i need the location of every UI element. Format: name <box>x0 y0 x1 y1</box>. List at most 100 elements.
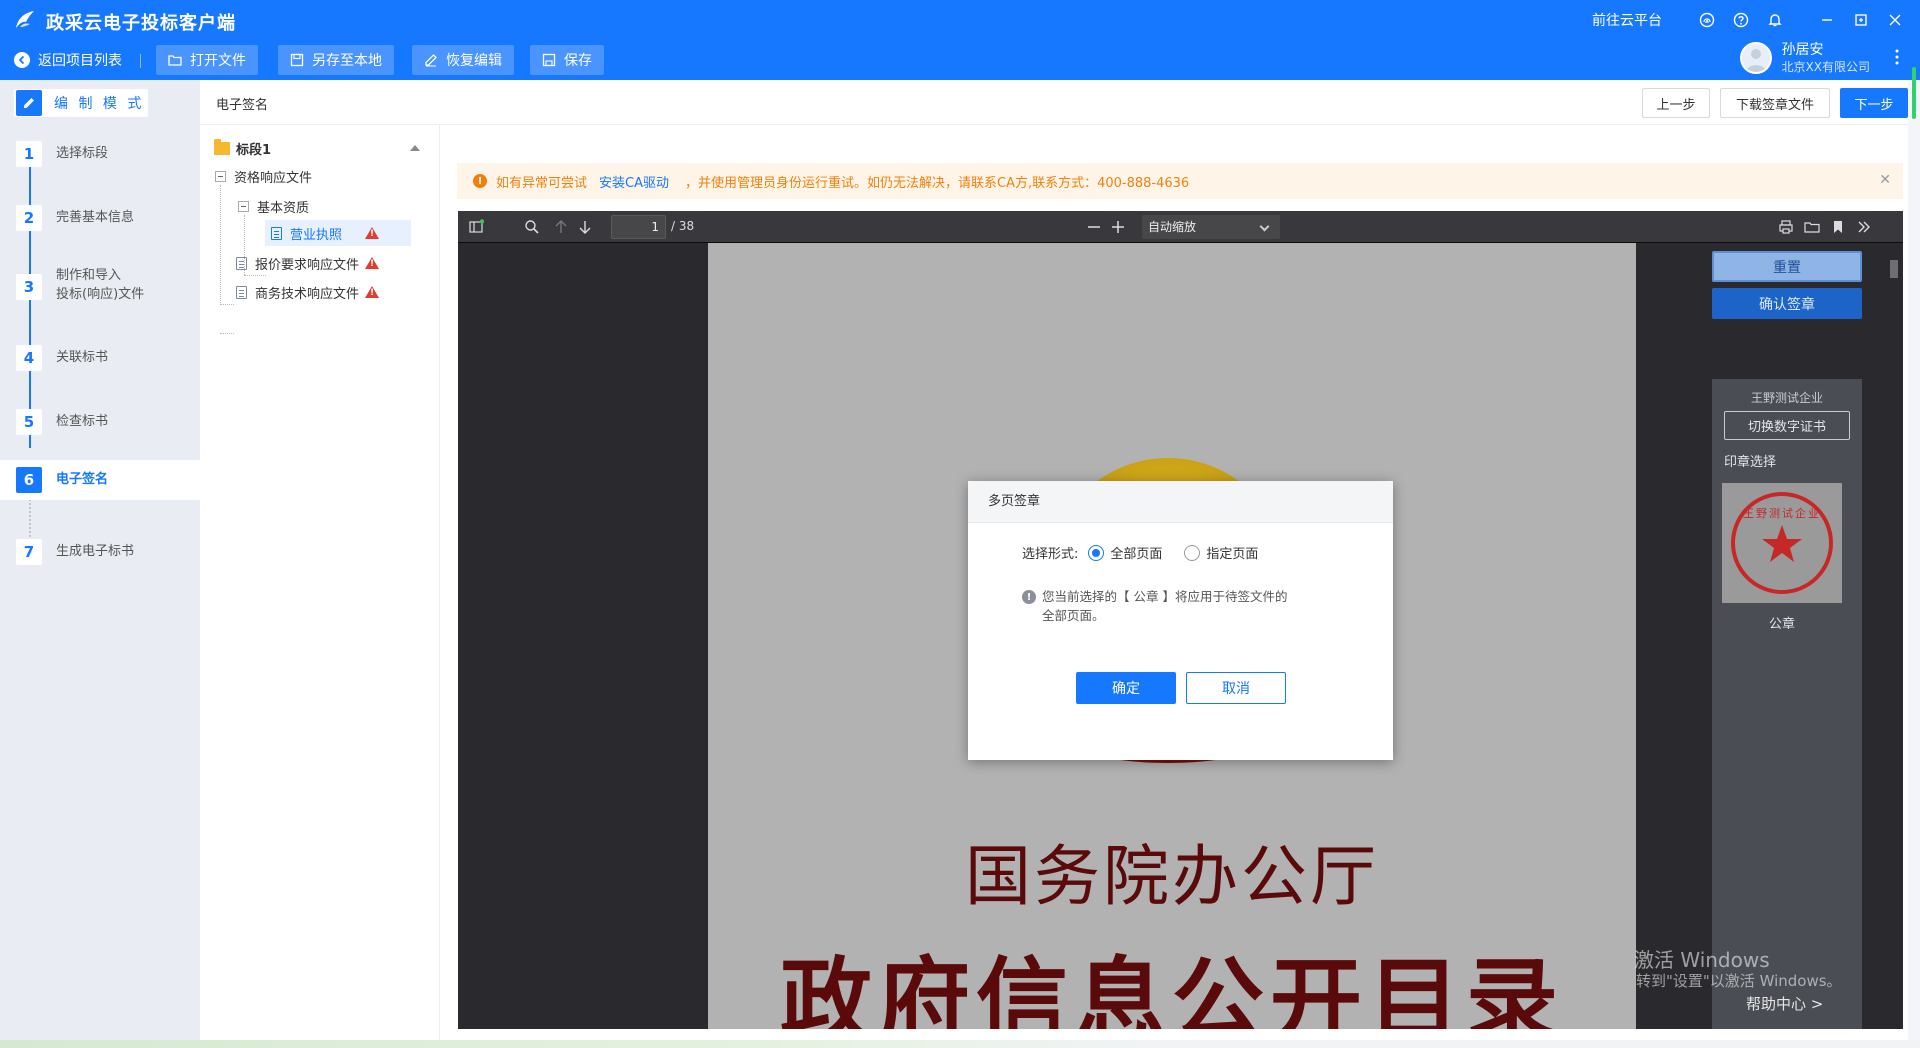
tree-node-business-license[interactable]: 营业执照 <box>265 220 411 246</box>
next-page-icon[interactable] <box>577 219 593 235</box>
step-6[interactable]: 6 电子签名 <box>0 460 200 500</box>
specific-pages-label[interactable]: 指定页面 <box>1206 543 1258 562</box>
multi-page-seal-dialog: 多页签章 选择形式: 全部页面 指定页面 ! 您当前选择的【 公章 】将应用于待… <box>968 481 1393 760</box>
help-center-link[interactable]: 帮助中心 > <box>1746 993 1823 1014</box>
save-label: 保存 <box>564 53 592 69</box>
back-to-projects-button[interactable]: 返回项目列表 <box>14 48 122 72</box>
previous-page-icon[interactable] <box>553 219 569 235</box>
maximize-icon[interactable] <box>1844 0 1878 40</box>
bell-icon[interactable] <box>1758 0 1792 40</box>
sidebar-toggle-icon[interactable] <box>468 219 484 235</box>
collapse-icon[interactable] <box>410 145 420 151</box>
confirm-seal-button[interactable]: 确认签章 <box>1712 288 1862 319</box>
user-info[interactable]: 孙居安 北京XX有限公司 <box>1739 38 1870 78</box>
step-5[interactable]: 5 检查标书 <box>0 400 200 444</box>
step-sidebar: 编 制 模 式 1 选择标段 2 完善基本信息 3 制作和导入 投标(响应)文件… <box>0 80 200 1048</box>
close-icon[interactable] <box>1878 0 1912 40</box>
tree-root[interactable]: 标段1 <box>214 139 271 158</box>
seal-selector: 王野测试企业 切换数字证书 印章选择 王野测试企业 公章 <box>1712 379 1862 1029</box>
tree-node-qualification[interactable]: 资格响应文件 <box>215 165 312 187</box>
dialog-note: ! 您当前选择的【 公章 】将应用于待签文件的全部页面。 <box>1022 587 1292 625</box>
windows-watermark-title: 激活 Windows <box>1634 948 1770 972</box>
scrollbar-thumb[interactable] <box>1890 260 1898 278</box>
cert-company-name: 王野测试企业 <box>1750 391 1823 405</box>
zoom-select[interactable]: 自动缩放 <box>1142 215 1280 239</box>
header-divider <box>200 124 1908 125</box>
step-label: 生成电子标书 <box>56 544 135 559</box>
seal-lettering: 王野测试企业 <box>1743 506 1821 520</box>
next-step-button[interactable]: 下一步 <box>1840 88 1908 118</box>
tree-node-basic-qualification[interactable]: 基本资质 <box>238 195 309 217</box>
reset-button[interactable]: 重置 <box>1712 251 1862 282</box>
window-resize-indicator <box>1912 67 1916 119</box>
step-2[interactable]: 2 完善基本信息 <box>0 196 200 240</box>
restore-edit-button[interactable]: 恢复编辑 <box>412 45 514 75</box>
toolbar: 返回项目列表 打开文件 另存至本地 恢复编辑 保存 <box>0 40 1920 80</box>
official-seal-icon: 王野测试企业 <box>1731 492 1833 594</box>
zoom-out-icon[interactable] <box>1086 219 1102 235</box>
seal-panel-scrollbar[interactable] <box>1888 260 1900 1028</box>
step-3[interactable]: 3 制作和导入 投标(响应)文件 <box>0 254 200 320</box>
help-icon[interactable] <box>1724 0 1758 40</box>
specific-pages-radio[interactable] <box>1184 544 1201 561</box>
alert-close-icon[interactable]: ✕ <box>1879 172 1891 188</box>
step-number: 7 <box>16 539 42 565</box>
step-number: 5 <box>16 409 42 435</box>
minimize-icon[interactable] <box>1810 0 1844 40</box>
avatar <box>1739 42 1772 74</box>
cloud-platform-link[interactable]: 前往云平台 <box>1592 10 1662 30</box>
double-chevron-right-icon[interactable] <box>1856 219 1872 235</box>
prev-step-button[interactable]: 上一步 <box>1642 88 1710 118</box>
edit-mode-tag[interactable]: 编 制 模 式 <box>14 89 148 117</box>
dialog-cancel-button[interactable]: 取消 <box>1186 672 1286 704</box>
step-1[interactable]: 1 选择标段 <box>0 132 200 176</box>
dialog-ok-button[interactable]: 确定 <box>1076 672 1176 704</box>
print-icon[interactable] <box>1778 219 1794 235</box>
tree-node-price-response[interactable]: 报价要求响应文件 <box>236 252 359 274</box>
top-bar: 政采云电子投标客户端 前往云平台 返回项目列表 打开文件 另存至本地 恢复编辑 … <box>0 0 1920 80</box>
fingerprint-icon[interactable] <box>1690 0 1724 40</box>
save-as-icon <box>290 53 304 67</box>
step-number: 4 <box>16 345 42 371</box>
app-logo-icon <box>16 11 34 28</box>
open-file-button[interactable]: 打开文件 <box>156 45 258 75</box>
document-icon <box>271 226 282 240</box>
search-icon[interactable] <box>524 219 540 235</box>
page-number-input[interactable]: 1 <box>611 215 666 239</box>
collapse-toggle-icon[interactable] <box>238 200 249 212</box>
step-label: 检查标书 <box>56 414 109 429</box>
save-button[interactable]: 保存 <box>530 45 604 75</box>
step-number: 6 <box>16 467 42 493</box>
collapse-toggle-icon[interactable] <box>215 170 226 182</box>
edit-mode-label: 编 制 模 式 <box>54 96 145 112</box>
switch-certificate-button[interactable]: 切换数字证书 <box>1724 411 1850 440</box>
step-label-line2: 投标(响应)文件 <box>56 287 145 302</box>
step-7[interactable]: 7 生成电子标书 <box>0 530 200 574</box>
all-pages-label[interactable]: 全部页面 <box>1110 543 1162 562</box>
step-label: 完善基本信息 <box>56 210 135 225</box>
tree-node-business-tech-response[interactable]: 商务技术响应文件 <box>236 281 359 303</box>
tree-node-label: 商务技术响应文件 <box>255 286 360 302</box>
install-ca-driver-link[interactable]: 安装CA驱动 <box>599 172 669 191</box>
open-folder-icon[interactable] <box>1804 219 1820 235</box>
all-pages-radio[interactable] <box>1088 544 1105 561</box>
windows-watermark-subtitle: 转到"设置"以激活 Windows。 <box>1636 972 1842 990</box>
tree-node-label: 营业执照 <box>290 227 343 243</box>
step-label: 制作和导入 <box>56 268 122 283</box>
download-seal-file-button[interactable]: 下载签章文件 <box>1720 88 1830 118</box>
tree-guide <box>220 333 234 334</box>
dialog-title: 多页签章 <box>968 481 1393 523</box>
bookmark-icon[interactable] <box>1830 219 1846 235</box>
step-label: 电子签名 <box>56 472 109 487</box>
save-local-button[interactable]: 另存至本地 <box>278 45 394 75</box>
tree-guide <box>220 304 234 305</box>
window-controls: 前往云平台 <box>1592 0 1920 40</box>
page-total: / 38 <box>671 219 695 233</box>
zoom-in-icon[interactable] <box>1110 219 1126 235</box>
more-vertical-icon[interactable] <box>1892 48 1902 66</box>
warning-icon <box>365 227 379 239</box>
step-4[interactable]: 4 关联标书 <box>0 336 200 380</box>
step-label: 选择标段 <box>56 146 109 161</box>
official-seal-option[interactable]: 王野测试企业 <box>1722 483 1842 603</box>
pencil-icon <box>16 90 42 116</box>
